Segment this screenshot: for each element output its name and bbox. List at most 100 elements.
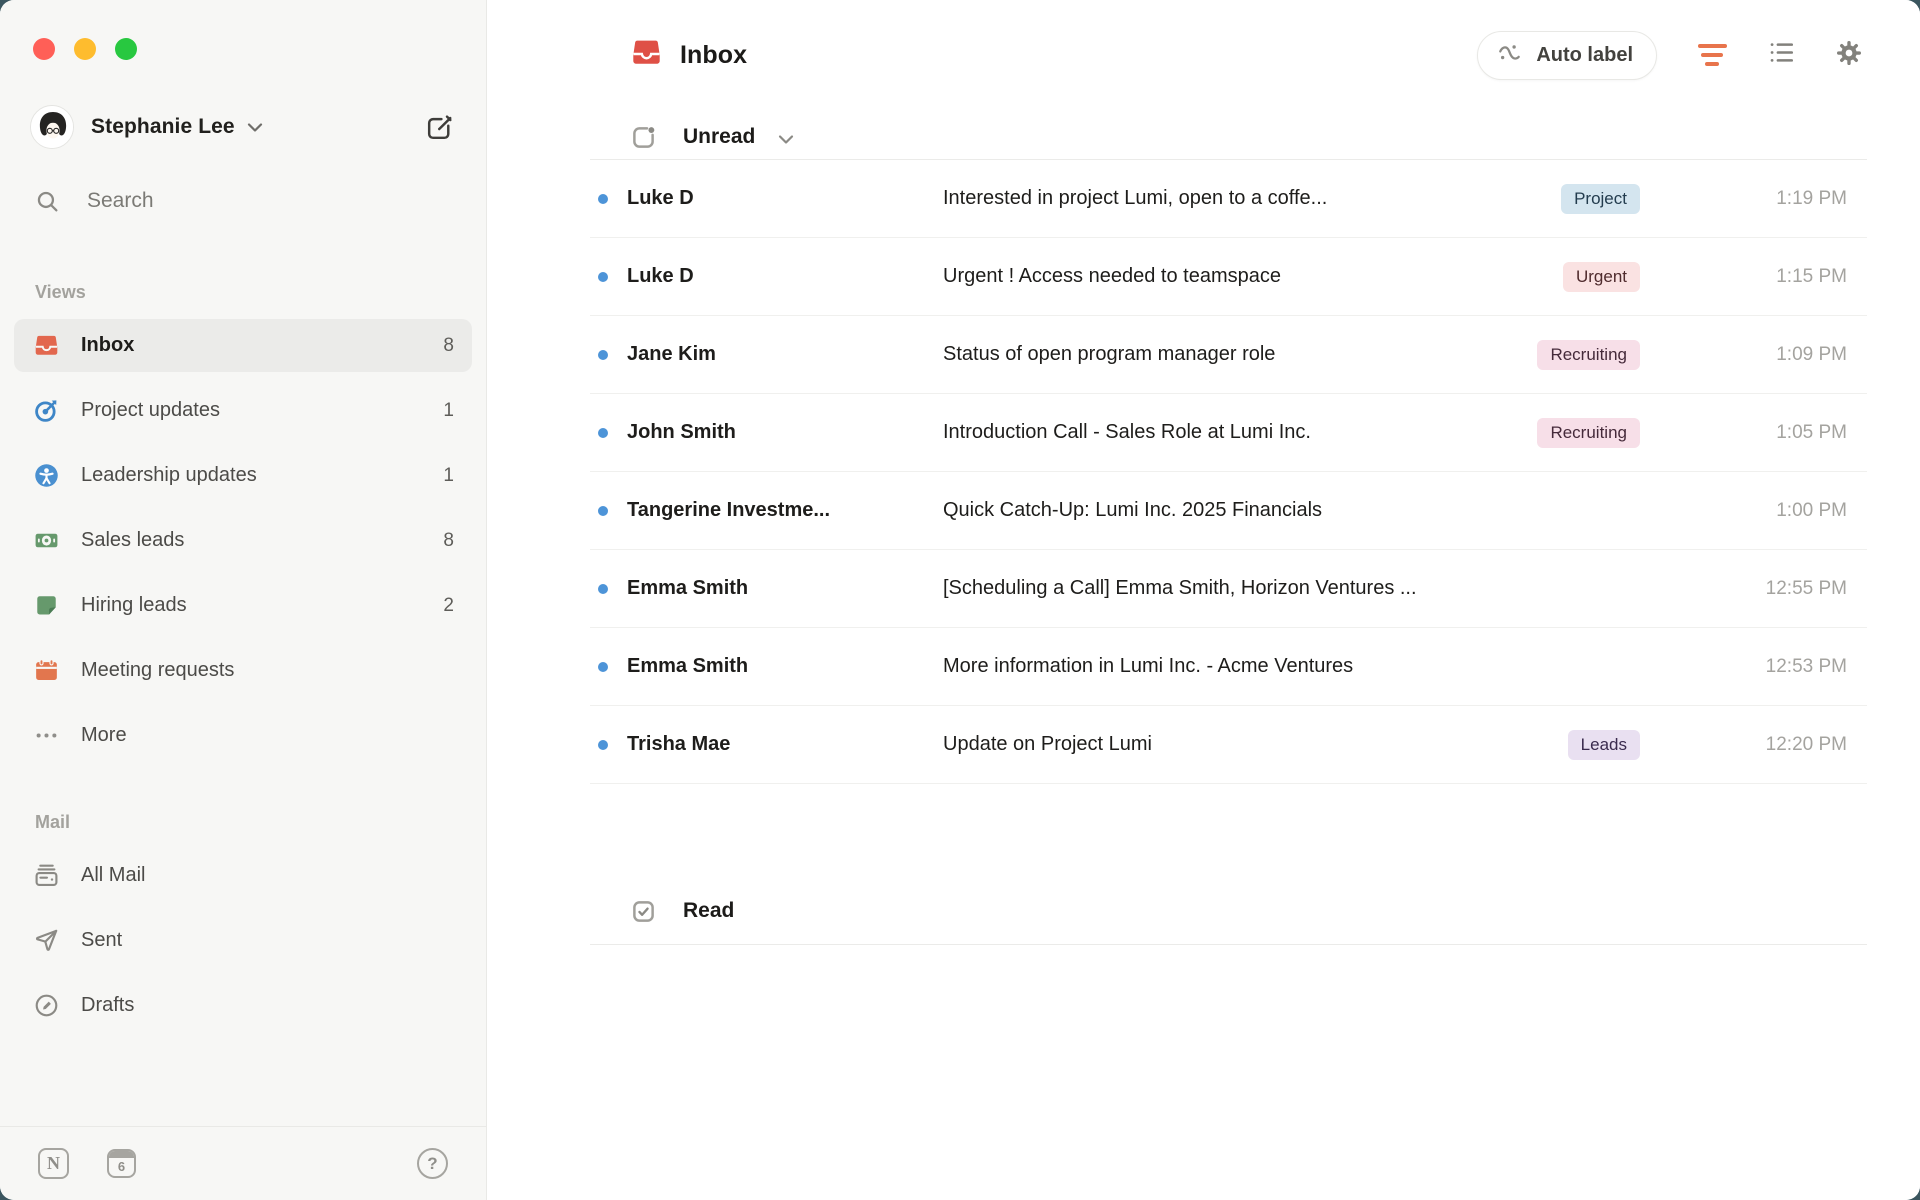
app-window: Stephanie Lee Search Views <box>0 0 1920 1200</box>
email-label-badge: Project <box>1561 184 1640 214</box>
email-time: 12:53 PM <box>1737 656 1847 678</box>
sidebar-item-label: Leadership updates <box>81 464 257 487</box>
email-subject: Quick Catch-Up: Lumi Inc. 2025 Financial… <box>943 499 1737 522</box>
read-section-title: Read <box>683 899 734 923</box>
zoom-window-button[interactable] <box>115 38 137 60</box>
mail-list-panel: Inbox Auto label <box>487 0 1920 1200</box>
unread-section-header[interactable]: Unread <box>630 115 1867 159</box>
help-icon[interactable]: ? <box>417 1148 448 1179</box>
sidebar-item-hiring-leads[interactable]: Hiring leads 2 <box>14 579 472 632</box>
email-sender: Emma Smith <box>627 577 943 600</box>
sidebar-item-more[interactable]: More <box>14 709 472 762</box>
close-window-button[interactable] <box>33 38 55 60</box>
header-actions: Auto label <box>1477 31 1864 80</box>
email-row[interactable]: Tangerine Investme... Quick Catch-Up: Lu… <box>590 472 1867 550</box>
notion-calendar-icon[interactable]: 6 <box>107 1149 136 1178</box>
email-sender: Trisha Mae <box>627 733 943 756</box>
email-sender: John Smith <box>627 421 943 444</box>
sidebar-item-label: Meeting requests <box>81 659 234 682</box>
compose-button[interactable] <box>422 110 456 144</box>
list-view-icon[interactable] <box>1767 38 1796 72</box>
sidebar-item-label: Sales leads <box>81 529 184 552</box>
target-icon <box>33 397 60 424</box>
email-sender: Luke D <box>627 265 943 288</box>
sidebar-item-meeting-requests[interactable]: Meeting requests <box>14 644 472 697</box>
window-controls <box>0 0 486 60</box>
account-switcher[interactable]: Stephanie Lee <box>30 104 456 150</box>
unread-count-badge: 2 <box>443 595 454 617</box>
sidebar-item-project-updates[interactable]: Project updates 1 <box>14 384 472 437</box>
read-section-divider <box>590 944 1867 945</box>
pencil-circle-icon <box>33 992 60 1019</box>
notion-logo-icon[interactable]: N <box>38 1148 69 1179</box>
sidebar-item-all-mail[interactable]: All Mail <box>14 849 472 902</box>
email-label-badge: Recruiting <box>1537 340 1640 370</box>
email-sender: Tangerine Investme... <box>627 499 943 522</box>
email-subject: Status of open program manager role <box>943 343 1537 366</box>
email-row[interactable]: Trisha Mae Update on Project Lumi Leads … <box>590 706 1867 784</box>
unread-dot <box>598 584 608 594</box>
email-label-badge: Recruiting <box>1537 418 1640 448</box>
email-label-badge: Urgent <box>1563 262 1640 292</box>
unread-count-badge: 1 <box>443 465 454 487</box>
person-circle-icon <box>33 462 60 489</box>
folded-note-icon <box>33 592 60 619</box>
magic-wand-icon <box>1496 42 1523 69</box>
sidebar-item-label: Inbox <box>81 334 134 357</box>
minimize-window-button[interactable] <box>74 38 96 60</box>
page-title: Inbox <box>680 41 747 70</box>
email-label-badge: Leads <box>1568 730 1640 760</box>
unread-count-badge: 8 <box>443 530 454 552</box>
email-time: 1:19 PM <box>1737 188 1847 210</box>
main-header: Inbox Auto label <box>487 0 1920 80</box>
email-row[interactable]: Luke D Interested in project Lumi, open … <box>590 160 1867 238</box>
inbox-tray-icon <box>33 332 60 359</box>
email-subject: More information in Lumi Inc. - Acme Ven… <box>943 655 1737 678</box>
sidebar-item-label: Sent <box>81 929 122 952</box>
settings-gear-icon[interactable] <box>1834 38 1864 73</box>
chevron-down-icon <box>247 120 263 138</box>
search-placeholder: Search <box>87 189 154 213</box>
sidebar-item-label: More <box>81 724 127 747</box>
email-subject: [Scheduling a Call] Emma Smith, Horizon … <box>943 577 1737 600</box>
email-subject: Urgent ! Access needed to teamspace <box>943 265 1563 288</box>
sidebar-item-sales-leads[interactable]: Sales leads 8 <box>14 514 472 567</box>
mail-stack-icon <box>33 862 60 889</box>
sidebar-item-inbox[interactable]: Inbox 8 <box>14 319 472 372</box>
calendar-icon <box>33 657 60 684</box>
sidebar-item-sent[interactable]: Sent <box>14 914 472 967</box>
sidebar-item-leadership-updates[interactable]: Leadership updates 1 <box>14 449 472 502</box>
unread-count-badge: 1 <box>443 400 454 422</box>
email-row[interactable]: Emma Smith [Scheduling a Call] Emma Smit… <box>590 550 1867 628</box>
email-row[interactable]: Jane Kim Status of open program manager … <box>590 316 1867 394</box>
unread-dot <box>598 506 608 516</box>
unread-dot <box>598 194 608 204</box>
calendar-badge-number: 6 <box>109 1157 134 1176</box>
read-section-header[interactable]: Read <box>630 889 1867 933</box>
paper-plane-icon <box>33 927 60 954</box>
ellipsis-icon <box>33 722 60 749</box>
email-row[interactable]: John Smith Introduction Call - Sales Rol… <box>590 394 1867 472</box>
email-row[interactable]: Emma Smith More information in Lumi Inc.… <box>590 628 1867 706</box>
email-sender: Jane Kim <box>627 343 943 366</box>
mail-section-label: Mail <box>35 812 486 833</box>
views-section-label: Views <box>35 282 486 303</box>
sidebar-item-drafts[interactable]: Drafts <box>14 979 472 1032</box>
email-subject: Interested in project Lumi, open to a co… <box>943 187 1561 210</box>
inbox-tray-icon <box>630 36 663 74</box>
auto-label-button[interactable]: Auto label <box>1477 31 1657 80</box>
sidebar-item-label: Hiring leads <box>81 594 187 617</box>
sidebar: Stephanie Lee Search Views <box>0 0 487 1200</box>
email-time: 1:15 PM <box>1737 266 1847 288</box>
email-time: 1:00 PM <box>1737 500 1847 522</box>
sidebar-item-label: Project updates <box>81 399 220 422</box>
sidebar-footer: N 6 ? <box>0 1126 486 1200</box>
sidebar-item-label: All Mail <box>81 864 145 887</box>
account-name: Stephanie Lee <box>91 115 235 139</box>
email-subject: Update on Project Lumi <box>943 733 1568 756</box>
email-row[interactable]: Luke D Urgent ! Access needed to teamspa… <box>590 238 1867 316</box>
unread-dot <box>598 740 608 750</box>
unread-count-badge: 8 <box>443 335 454 357</box>
search-input[interactable]: Search <box>35 184 456 218</box>
filter-icon[interactable] <box>1695 44 1729 65</box>
